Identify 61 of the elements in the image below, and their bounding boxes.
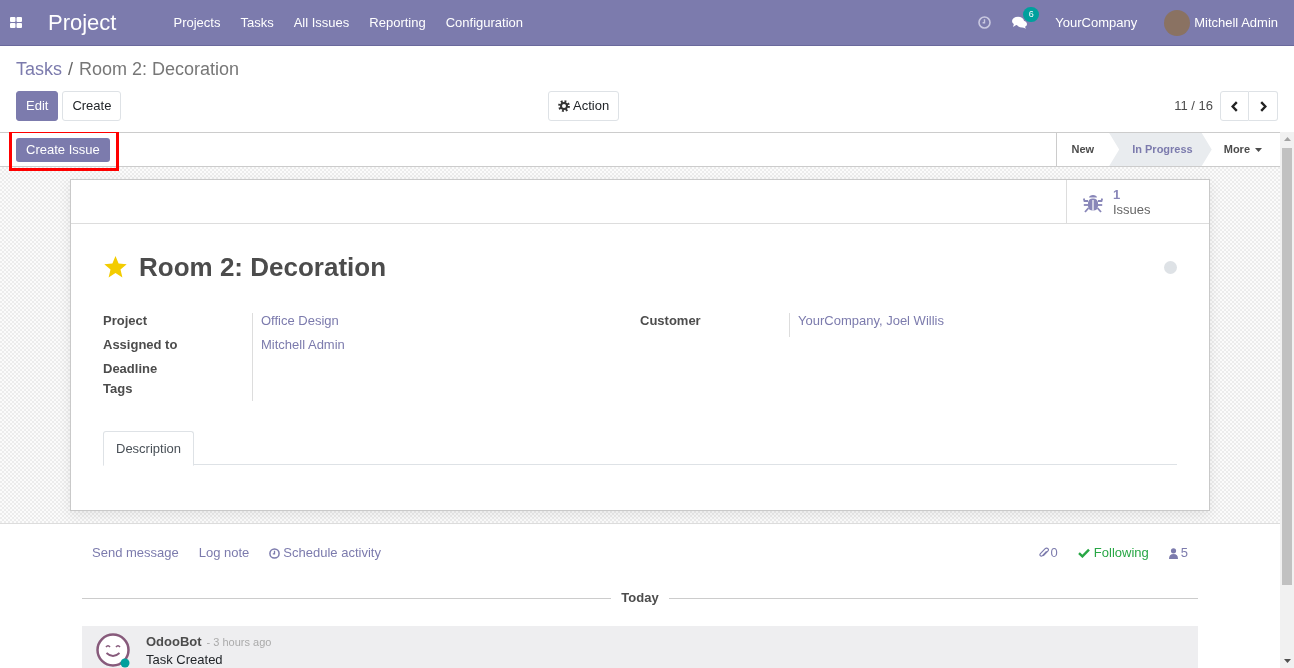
edit-button[interactable]: Edit: [16, 91, 59, 121]
followers-button[interactable]: 5: [1168, 543, 1188, 563]
scrollbar-thumb[interactable]: [1282, 148, 1292, 585]
bot-avatar-icon: [96, 633, 132, 668]
stage-button[interactable]: In Progress: [1109, 133, 1212, 166]
create-issue-button[interactable]: Create Issue: [16, 137, 110, 162]
action-button[interactable]: Action: [548, 91, 620, 121]
caret-down-icon: [1255, 147, 1262, 152]
chat-icon[interactable]: [1012, 16, 1028, 29]
field-label: Assigned to: [103, 337, 179, 354]
field-value-link[interactable]: YourCompany, Joel Willis: [798, 313, 944, 329]
field-label: Deadline: [103, 361, 159, 378]
clock-icon[interactable]: [978, 16, 992, 29]
user-icon: [1168, 547, 1178, 559]
field-label: Project: [103, 313, 149, 330]
menu-item[interactable]: Tasks: [230, 0, 284, 45]
schedule-activity-link[interactable]: Schedule activity: [269, 543, 381, 563]
field-value-link[interactable]: Mitchell Admin: [261, 337, 345, 353]
scroll-down-icon[interactable]: [1283, 659, 1291, 663]
next-record-button[interactable]: [1249, 91, 1278, 121]
date-divider: Today: [621, 589, 659, 608]
field-label: Customer: [640, 313, 702, 330]
breadcrumb-current: Room 2: Decoration: [79, 58, 240, 80]
description-tab[interactable]: Description: [103, 431, 195, 466]
attachments-button[interactable]: 0: [1038, 543, 1058, 563]
issues-smart-button[interactable]: 1 Issues: [1066, 180, 1209, 223]
pager-position: 11 / 16: [1174, 97, 1213, 116]
follow-button[interactable]: Following: [1077, 543, 1149, 563]
task-title: Room 2: Decoration: [139, 251, 387, 283]
menu-item[interactable]: Configuration: [435, 0, 534, 45]
field-value-link[interactable]: Office Design: [261, 313, 339, 329]
menu-item[interactable]: Reporting: [359, 0, 436, 45]
user-menu[interactable]: Mitchell Admin: [1194, 12, 1278, 33]
app-title: Project: [48, 9, 117, 36]
message-body: Task Created: [146, 651, 224, 668]
create-button[interactable]: Create: [62, 91, 122, 121]
menu-item[interactable]: Projects: [163, 0, 231, 45]
clock-icon: [269, 547, 281, 559]
company-switcher[interactable]: YourCompany: [1055, 12, 1138, 33]
user-avatar: [1164, 9, 1191, 36]
message-count-badge: 6: [1023, 7, 1040, 22]
message-time: - 3 hours ago: [206, 635, 272, 650]
priority-star-icon[interactable]: [103, 255, 128, 279]
scrollbar[interactable]: [1280, 132, 1294, 668]
scroll-up-icon[interactable]: [1283, 137, 1291, 141]
menu-item[interactable]: All Issues: [283, 0, 360, 45]
paperclip-icon: [1038, 547, 1049, 559]
message-author: OdooBot: [146, 633, 202, 651]
chevron-right-icon: [1259, 100, 1267, 112]
field-label: Tags: [103, 381, 134, 398]
breadcrumb-link[interactable]: Tasks: [16, 58, 62, 80]
check-icon: [1077, 548, 1090, 558]
apps-menu-icon[interactable]: [10, 17, 22, 28]
status-dot-icon[interactable]: [1164, 260, 1177, 274]
more-stages-button[interactable]: More: [1211, 133, 1278, 166]
chevron-left-icon: [1231, 100, 1238, 112]
breadcrumb-separator: /: [68, 58, 74, 80]
chatter-action-link[interactable]: Log note: [198, 543, 250, 563]
gear-icon: [558, 100, 570, 112]
chatter-action-link[interactable]: Send message: [92, 543, 179, 563]
previous-record-button[interactable]: [1220, 91, 1249, 121]
